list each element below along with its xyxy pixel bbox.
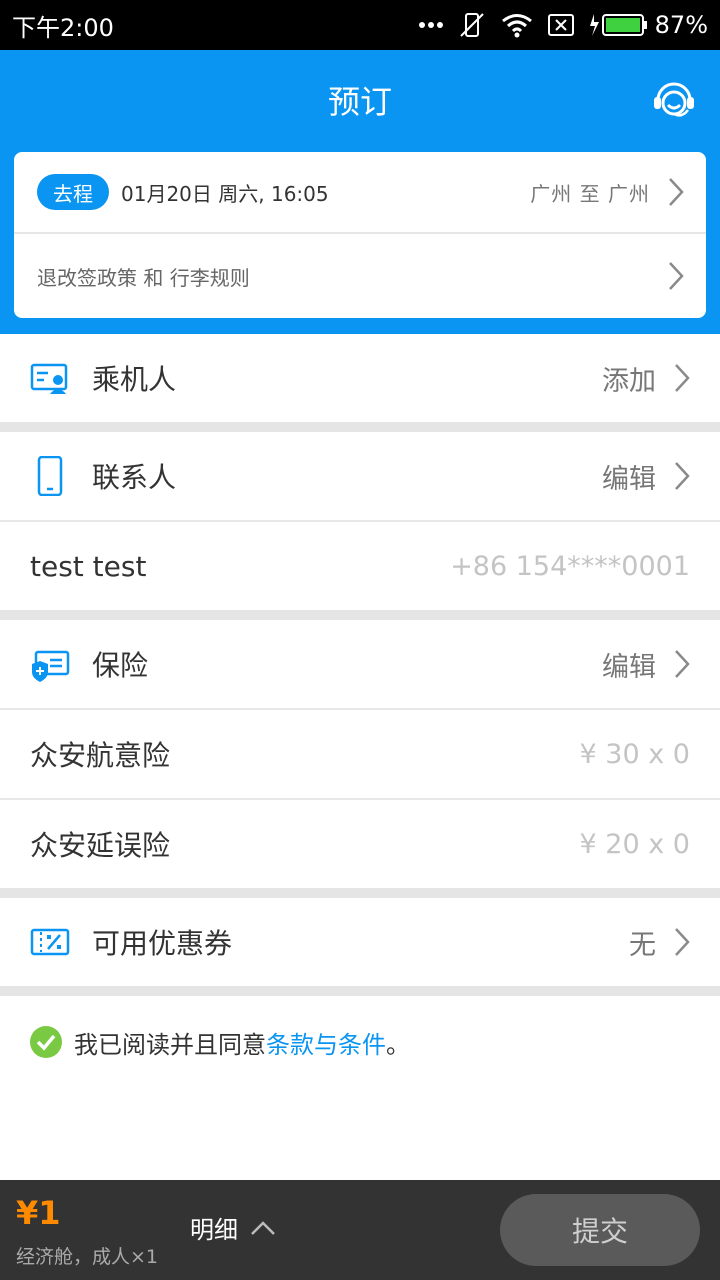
battery-icon xyxy=(589,14,647,36)
phone-icon xyxy=(37,456,63,496)
chevron-right-icon xyxy=(675,364,690,392)
policy-link: 退改签政策 和 行李规则 xyxy=(37,265,250,290)
agreement-row: 我已阅读并且同意 条款与条件 。 xyxy=(30,1020,410,1064)
policy-row[interactable]: 退改签政策 和 行李规则 xyxy=(14,234,706,318)
passenger-label: 乘机人 xyxy=(92,363,177,396)
contact-label: 联系人 xyxy=(92,461,177,494)
chevron-right-icon xyxy=(675,650,690,678)
insurance-row[interactable]: 保险 编辑 xyxy=(0,620,720,708)
section-gap xyxy=(0,422,720,432)
chevron-right-icon xyxy=(675,462,690,490)
edit-contact-button[interactable]: 编辑 xyxy=(602,457,656,496)
chevron-up-icon xyxy=(251,1220,275,1235)
mute-icon xyxy=(459,13,484,37)
more-dots-icon xyxy=(418,22,443,28)
customer-service-icon[interactable] xyxy=(652,78,696,122)
contact-row[interactable]: 联系人 编辑 xyxy=(0,432,720,520)
contact-phone: +86 154****0001 xyxy=(450,550,690,582)
price-detail-label: 明细 xyxy=(190,1216,238,1244)
insurance-item-name: 众安延误险 xyxy=(30,829,171,862)
wifi-icon xyxy=(501,14,532,38)
insurance-icon xyxy=(32,650,70,682)
submit-button[interactable]: 提交 xyxy=(500,1194,700,1266)
chevron-right-icon xyxy=(675,928,690,956)
passenger-row[interactable]: 乘机人 添加 xyxy=(0,334,720,422)
section-gap xyxy=(0,610,720,620)
status-time: 下午2:00 xyxy=(12,13,114,42)
trip-card: 去程 01月20日 周六, 16:05 广州 至 广州 退改签政策 和 行李规则 xyxy=(14,152,706,318)
section-gap xyxy=(0,986,720,996)
no-sim-icon xyxy=(547,14,574,36)
agreement-text: 我已阅读并且同意 xyxy=(74,1030,266,1059)
coupon-label: 可用优惠券 xyxy=(92,927,233,960)
passenger-card-icon xyxy=(30,363,68,394)
agreement-suffix: 。 xyxy=(386,1030,410,1059)
chevron-right-icon xyxy=(669,178,684,206)
terms-link[interactable]: 条款与条件 xyxy=(266,1025,386,1060)
trip-datetime: 01月20日 周六, 16:05 xyxy=(121,181,329,206)
price-detail-button[interactable]: 明细 xyxy=(190,1210,276,1245)
insurance-label: 保险 xyxy=(92,649,149,682)
trip-direction-badge: 去程 xyxy=(37,174,109,210)
insurance-item-row: 众安延误险 ¥ 20 x 0 xyxy=(0,800,720,888)
coupon-row[interactable]: 可用优惠券 无 xyxy=(0,898,720,986)
coupon-icon xyxy=(30,928,70,956)
insurance-item-price: ¥ 20 x 0 xyxy=(579,828,690,860)
trip-route: 广州 至 广州 xyxy=(530,181,650,206)
status-bar: 下午2:00 87% xyxy=(0,0,720,50)
fare-description: 经济舱，成人×1 xyxy=(16,1246,159,1268)
coupon-value: 无 xyxy=(629,929,656,961)
battery-indicator: 87% xyxy=(589,11,708,39)
contact-detail-row: test test +86 154****0001 xyxy=(0,522,720,610)
status-icons: 87% xyxy=(418,10,708,40)
contact-name: test test xyxy=(30,549,147,583)
insurance-item-row: 众安航意险 ¥ 30 x 0 xyxy=(0,710,720,798)
total-price: ¥1 xyxy=(16,1194,61,1232)
insurance-item-name: 众安航意险 xyxy=(30,739,171,772)
trip-info-row[interactable]: 去程 01月20日 周六, 16:05 广州 至 广州 xyxy=(14,152,706,234)
edit-insurance-button[interactable]: 编辑 xyxy=(602,645,656,684)
page-title: 预订 xyxy=(327,83,392,121)
add-passenger-button[interactable]: 添加 xyxy=(602,359,656,398)
section-gap xyxy=(0,888,720,898)
insurance-item-price: ¥ 30 x 0 xyxy=(579,738,690,770)
check-circle-icon[interactable] xyxy=(30,1026,62,1058)
bottom-bar: ¥1 经济舱，成人×1 明细 提交 xyxy=(0,1180,720,1280)
chevron-right-icon xyxy=(669,262,684,290)
battery-percent: 87% xyxy=(654,11,708,39)
